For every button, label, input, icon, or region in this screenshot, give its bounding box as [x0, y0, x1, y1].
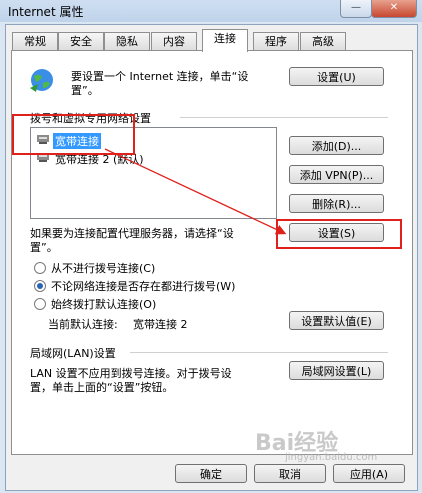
annotation-arrow — [104, 148, 287, 235]
